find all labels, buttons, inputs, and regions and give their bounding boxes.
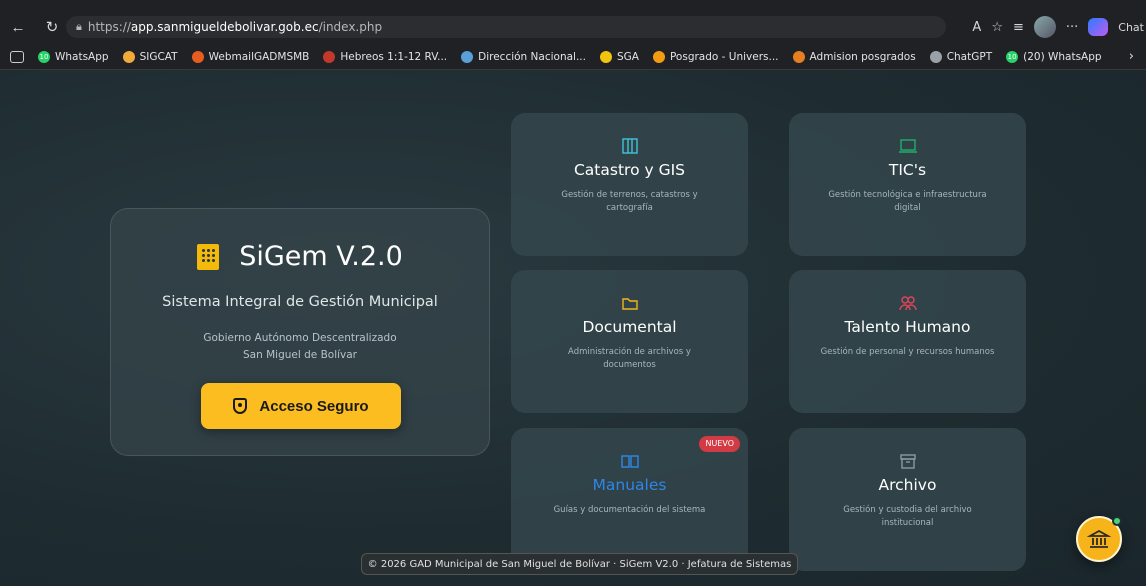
url-input[interactable]: 🔒︎ https://app.sanmigueldebolivar.gob.ec… [66,16,946,38]
bookmark-label: ChatGPT [946,50,993,63]
bookmark-label: Admision posgrados [809,50,916,63]
institution-fab-button[interactable] [1076,516,1122,562]
posgrado-icon [652,50,665,63]
favorite-icon[interactable]: ☆ [991,20,1003,35]
institution-icon [1087,529,1111,548]
module-card-archivo[interactable]: Archivo Gestión y custodia del archivo i… [789,428,1026,571]
browser-address-bar: ← ↻ 🔒︎ https://app.sanmigueldebolivar.go… [0,10,1146,44]
chevron-right-icon[interactable]: › [1129,49,1134,64]
sigcat-icon [122,50,135,63]
module-card-manuales[interactable]: NUEVO Manuales Guías y documentación del… [511,428,748,571]
card-desc: Guías y documentación del sistema [553,505,706,515]
refresh-icon[interactable]: ↻ [40,15,64,39]
laptop-icon [789,137,1026,155]
bookmark-item[interactable]: 10 WhatsApp [38,50,109,63]
card-title: Archivo [878,476,937,494]
module-card-documental[interactable]: Documental Administración de archivos y … [511,270,748,413]
bookmark-item[interactable]: SIGCAT [122,50,178,63]
card-title: Documental [582,318,677,336]
bookmarks-bar: 10 WhatsApp SIGCAT WebmailGADMSMB Hebreos 1:… [0,44,1146,70]
bookmark-item[interactable]: Posgrado - Univers... [652,50,779,63]
bookmark-label: SIGCAT [139,50,178,63]
bookmark-item[interactable]: WebmailGADMSMB [191,50,310,63]
url-path: /index.php [318,20,383,34]
card-title: TIC's [888,161,927,179]
org-name: Gobierno Autónomo Descentralizado San Mi… [111,330,489,364]
bookmark-item[interactable]: Dirección Nacional... [461,50,586,63]
users-icon [789,294,1026,312]
whatsapp-icon: 10 [1006,50,1019,63]
copilot-icon[interactable] [1088,18,1109,36]
app-subtitle: Sistema Integral de Gestión Municipal [162,294,438,310]
back-icon[interactable]: ← [6,15,30,39]
bookmark-item[interactable]: Admision posgrados [792,50,916,63]
module-card-catastro[interactable]: Catastro y GIS Gestión de terrenos, cata… [511,113,748,256]
org-line-2: San Miguel de Bolívar [243,349,357,361]
card-desc: Gestión y custodia del archivo instituci… [843,505,972,528]
org-line-1: Gobierno Autónomo Descentralizado [203,332,397,344]
bookmark-label: Posgrado - Univers... [669,50,779,63]
map-icon [511,137,748,155]
folder-icon [511,294,748,312]
browser-top-strip [0,0,1146,10]
sga-icon [599,50,612,63]
lock-icon: 🔒︎ [76,20,82,33]
page-footer: © 2026 GAD Municipal de San Miguel de Bo… [361,553,798,575]
collections-icon[interactable] [10,50,24,63]
profile-avatar[interactable] [1033,16,1056,38]
building-icon [197,243,220,270]
read-aloud-icon[interactable]: A [972,20,981,35]
bookmark-item[interactable]: ChatGPT [929,50,993,63]
more-icon[interactable]: ··· [1066,20,1078,35]
bookmark-label: WebmailGADMSMB [208,50,310,63]
new-badge: NUEVO [699,436,740,452]
bookmark-label: Dirección Nacional... [478,50,586,63]
bookmark-label: SGA [616,50,639,63]
module-card-talento[interactable]: Talento Humano Gestión de personal y rec… [789,270,1026,413]
browser-toolbar-right: A ☆ ≡ ··· Chat [972,16,1146,38]
card-title: Manuales [592,476,667,494]
bookmark-label: (20) WhatsApp [1023,50,1102,63]
bookmark-label: WhatsApp [55,50,109,63]
shield-icon [233,398,248,414]
url-prefix: https:// [87,20,131,34]
whatsapp-icon: 10 [38,50,50,63]
chatgpt-icon [929,50,942,63]
module-card-tics[interactable]: TIC's Gestión tecnológica e infraestruct… [789,113,1026,256]
bookmark-item[interactable]: SGA [599,50,639,63]
page-body: SiGem V.2.0 Sistema Integral de Gestión … [0,70,1146,586]
card-desc: Gestión de terrenos, catastros y cartogr… [561,190,698,213]
secure-access-button[interactable]: Acceso Seguro [201,383,401,429]
bible-icon [323,50,336,63]
bookmark-label: Hebreos 1:1-12 RV... [340,50,448,63]
book-icon [511,452,748,470]
card-desc: Administración de archivos y documentos [568,347,691,370]
secure-access-label: Acceso Seguro [259,397,369,415]
hero-panel: SiGem V.2.0 Sistema Integral de Gestión … [110,208,490,456]
admision-icon [792,50,805,63]
direccion-icon [461,50,474,63]
bookmark-item[interactable]: Hebreos 1:1-12 RV... [323,50,448,63]
url-host: app.sanmigueldebolivar.gob.ec [130,20,319,34]
card-title: Talento Humano [844,318,971,336]
archive-icon [789,452,1026,470]
chat-label[interactable]: Chat [1118,21,1144,34]
card-desc: Gestión de personal y recursos humanos [820,347,995,357]
card-desc: Gestión tecnológica e infraestructura di… [828,190,987,213]
card-title: Catastro y GIS [573,161,685,179]
app-title: SiGem V.2.0 [239,241,403,272]
webmail-icon [191,50,204,63]
online-indicator [1112,516,1122,526]
favorites-list-icon[interactable]: ≡ [1013,20,1024,35]
bookmark-item[interactable]: 10 (20) WhatsApp [1006,50,1102,63]
